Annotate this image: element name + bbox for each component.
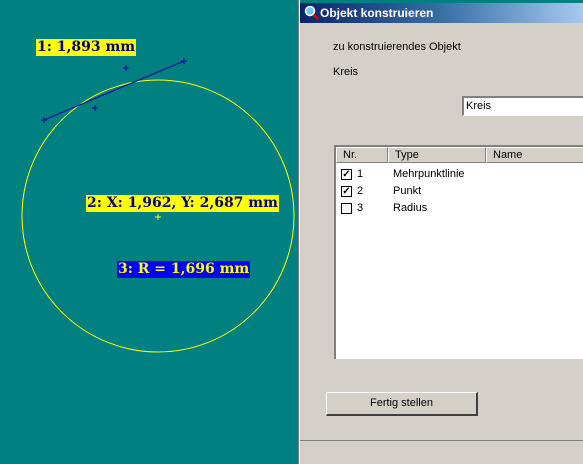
object-name-field[interactable]: Kreis [462,96,583,116]
object-label: zu konstruierendes Objekt [333,41,461,53]
row-type: Radius [393,202,428,214]
row-checkbox[interactable]: ✓ [341,169,352,180]
measurement-label-3: 3: R = 1,696 mm [117,261,251,278]
column-name[interactable]: Name [486,147,583,163]
magnifier-icon [304,5,320,21]
measurement-label-2: 2: X: 1,962, Y: 2,687 mm [86,195,279,212]
list-item[interactable]: ✓ 1 Mehrpunktlinie [336,166,583,183]
center-point-marker[interactable] [155,214,161,220]
point-marker[interactable] [41,117,47,123]
status-bar [300,440,583,464]
row-type: Mehrpunktlinie [393,168,465,180]
row-checkbox[interactable] [341,203,352,214]
row-nr: 2 [357,185,364,197]
list-header: Nr. Type Name [336,147,583,163]
drawing-svg[interactable] [0,0,300,464]
object-type: Kreis [333,66,359,78]
list-item[interactable]: ✓ 2 Punkt [336,183,583,200]
list-item[interactable]: 3 Radius [336,200,583,217]
measurement-label-1: 1: 1,893 mm [36,39,137,56]
dialog-titlebar[interactable]: Objekt konstruieren [300,3,583,23]
row-nr: 1 [357,168,364,180]
polyline-segment[interactable] [43,60,185,121]
column-type[interactable]: Type [388,147,486,163]
row-checkbox[interactable]: ✓ [341,186,352,197]
column-nr[interactable]: Nr. [336,147,388,163]
point-marker[interactable] [92,105,98,111]
row-type: Punkt [393,185,422,197]
row-nr: 3 [357,202,364,214]
drawing-canvas[interactable]: 1: 1,893 mm 2: X: 1,962, Y: 2,687 mm 3: … [0,0,300,464]
point-marker[interactable] [181,58,187,64]
dialog-title: Objekt konstruieren [320,6,434,20]
finish-button[interactable]: Fertig stellen [326,392,478,416]
point-marker[interactable] [123,65,129,71]
construction-steps-list[interactable]: Nr. Type Name ✓ 1 Mehrpunktlinie ✓ 2 Pun… [334,145,583,359]
construct-object-dialog: Objekt konstruieren zu konstruierendes O… [300,3,583,464]
